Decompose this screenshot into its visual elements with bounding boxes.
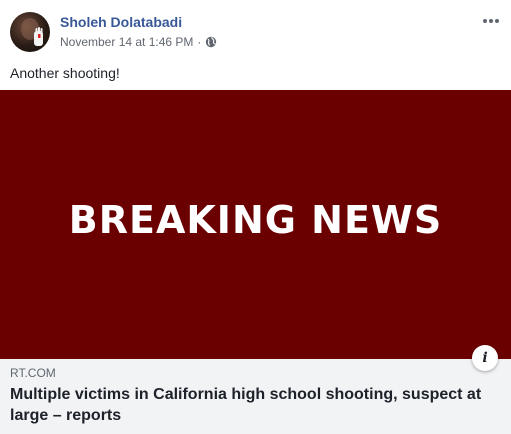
more-options-icon[interactable] [481, 11, 501, 31]
link-domain: RT.COM [10, 366, 56, 380]
link-preview-image[interactable]: BREAKING NEWS [0, 90, 511, 359]
link-preview-caption[interactable]: RT.COM Multiple victims in California hi… [0, 359, 511, 434]
meta-separator: · [197, 35, 202, 49]
breaking-news-text: BREAKING NEWS [68, 198, 443, 242]
info-icon[interactable]: i [472, 345, 498, 371]
post-meta: November 14 at 1:46 PM · [60, 35, 217, 49]
avatar-image [21, 18, 43, 46]
link-headline[interactable]: Multiple victims in California high scho… [10, 384, 500, 426]
facebook-post: Sholeh Dolatabadi November 14 at 1:46 PM… [0, 0, 511, 434]
globe-icon[interactable] [205, 36, 217, 48]
author-name-link[interactable]: Sholeh Dolatabadi [60, 14, 182, 30]
post-timestamp-link[interactable]: November 14 at 1:46 PM [60, 35, 193, 49]
author-avatar[interactable] [10, 12, 50, 52]
post-text: Another shooting! [10, 65, 120, 81]
